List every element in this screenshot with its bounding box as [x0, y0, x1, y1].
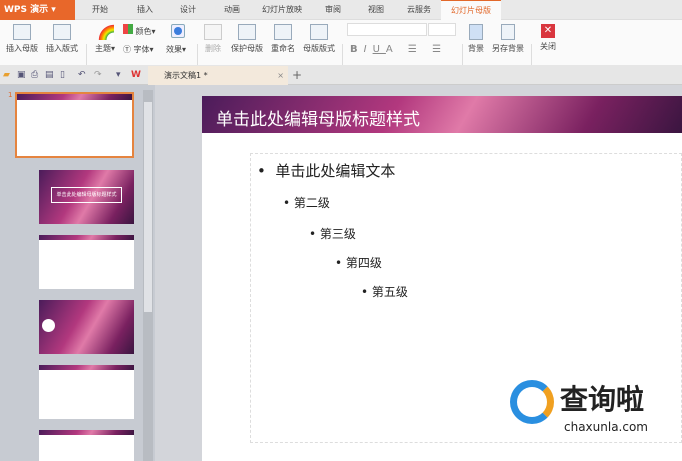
- label: 效果: [166, 45, 182, 54]
- tab-review[interactable]: 审阅: [325, 0, 341, 20]
- thumbnail-master[interactable]: [15, 92, 134, 158]
- thumbnail-panel: 1 单击此处编辑母版标题样式: [0, 85, 155, 461]
- rename-button[interactable]: 重命名: [268, 20, 298, 54]
- close-tab-icon[interactable]: ×: [277, 66, 284, 85]
- export-pdf-icon[interactable]: ⎙: [31, 70, 41, 80]
- color-button[interactable]: 颜色▾: [123, 24, 156, 37]
- level-text: 单击此处编辑文本: [275, 162, 396, 180]
- ribbon: 插入母版 插入版式 主题▾ 颜色▾ Ⓣ 字体▾ 效果▾ 删除 保护母版 重命名 …: [0, 20, 682, 80]
- thumbnail-two-content-layout[interactable]: [39, 365, 134, 419]
- thumbnail-title-layout[interactable]: 单击此处编辑母版标题样式: [39, 170, 134, 224]
- thumbnail-section-layout[interactable]: [39, 300, 134, 354]
- insert-master-button[interactable]: 插入母版: [3, 20, 41, 54]
- more-dropdown-icon[interactable]: ▾: [116, 70, 126, 80]
- label: 删除: [205, 44, 221, 53]
- color-icon: [123, 24, 133, 34]
- tab-slideshow[interactable]: 幻灯片放映: [262, 0, 302, 20]
- effect-icon: [171, 24, 185, 38]
- watermark-logo-icon: [510, 380, 554, 424]
- level-text: 第二级: [293, 196, 330, 210]
- watermark-name: 查询啦: [560, 383, 645, 416]
- slide-title[interactable]: 单击此处编辑母版标题样式: [216, 105, 420, 130]
- background-button[interactable]: 背景: [465, 20, 487, 54]
- font-name-select[interactable]: [347, 23, 427, 36]
- delete-icon: [204, 24, 222, 40]
- redo-icon[interactable]: ↷: [94, 70, 104, 80]
- label: 颜色: [135, 27, 152, 36]
- level-2: • 第二级: [283, 196, 330, 210]
- theme-button[interactable]: 主题▾: [90, 20, 120, 54]
- title-band: 单击此处编辑母版标题样式: [202, 96, 682, 133]
- tab-slide-master[interactable]: 幻灯片母版: [441, 0, 501, 20]
- bold-button[interactable]: B: [350, 44, 364, 55]
- level-5: • 第五级: [361, 285, 408, 299]
- format-buttons[interactable]: BIUA ☰ ☰: [350, 44, 447, 55]
- label: 插入版式: [46, 44, 78, 53]
- app-name: WPS 演示: [4, 5, 49, 15]
- rename-icon: [274, 24, 292, 40]
- thumbnail-title: 单击此处编辑母版标题样式: [51, 187, 122, 203]
- open-icon[interactable]: ▰: [3, 70, 13, 80]
- document-tab-title: 演示文稿1 *: [164, 71, 208, 80]
- insert-layout-button[interactable]: 插入版式: [43, 20, 81, 54]
- label: 保护母版: [231, 44, 263, 53]
- underline-button[interactable]: U: [373, 44, 386, 55]
- save-icon[interactable]: ▣: [17, 70, 27, 80]
- level-1: • 单击此处编辑文本: [257, 162, 396, 180]
- effect-button[interactable]: 效果▾: [166, 44, 186, 55]
- label: 另存背景: [492, 44, 524, 53]
- font-color-button[interactable]: A: [386, 44, 399, 55]
- undo-icon[interactable]: ↶: [78, 70, 88, 80]
- tab-insert[interactable]: 插入: [137, 0, 153, 20]
- save-background-button[interactable]: 另存背景: [489, 20, 527, 54]
- document-tab[interactable]: 演示文稿1 * ×: [148, 66, 288, 85]
- label: 重命名: [271, 44, 295, 53]
- label: 插入母版: [6, 44, 38, 53]
- close-master-button[interactable]: ✕ 关闭: [536, 20, 560, 52]
- delete-button[interactable]: 删除: [200, 20, 226, 54]
- thumbnail-comparison-layout[interactable]: [39, 430, 134, 461]
- italic-button[interactable]: I: [364, 44, 373, 55]
- label: 主题: [94, 44, 111, 53]
- label: 字体: [133, 45, 150, 54]
- close-icon: ✕: [541, 24, 555, 38]
- level-text: 第四级: [345, 256, 382, 270]
- font-size-select[interactable]: [428, 23, 456, 36]
- font-button[interactable]: Ⓣ 字体▾: [123, 44, 154, 55]
- wps-app-menu[interactable]: WPS 演示 ▾: [0, 0, 75, 20]
- label: 背景: [468, 44, 484, 53]
- level-text: 第三级: [319, 227, 356, 241]
- quick-access-toolbar: ▰ ▣ ⎙ ▤ ▯ ↶ ↷ ▾ W: [0, 65, 682, 85]
- menu-tabs: WPS 演示 ▾ 开始 插入 设计 动画 幻灯片放映 审阅 视图 云服务 幻灯片…: [0, 0, 682, 20]
- background-icon: [469, 24, 483, 40]
- scrollbar-thumb[interactable]: [144, 102, 152, 312]
- watermark-url: chaxunla.com: [564, 420, 648, 434]
- wps-logo-icon: W: [131, 70, 141, 80]
- save-background-icon: [501, 24, 515, 40]
- tab-view[interactable]: 视图: [368, 0, 384, 20]
- thumbnail-content-layout[interactable]: [39, 235, 134, 289]
- insert-master-icon: [13, 24, 31, 40]
- new-tab-icon[interactable]: +: [292, 68, 302, 82]
- tab-animation[interactable]: 动画: [224, 0, 240, 20]
- level-4: • 第四级: [335, 256, 382, 270]
- tab-cloud[interactable]: 云服务: [407, 0, 431, 20]
- print-icon[interactable]: ▤: [45, 70, 55, 80]
- protect-master-button[interactable]: 保护母版: [228, 20, 266, 54]
- theme-icon: [96, 24, 114, 40]
- insert-layout-icon: [53, 24, 71, 40]
- level-3: • 第三级: [309, 227, 356, 241]
- preview-icon[interactable]: ▯: [60, 70, 70, 80]
- master-layout-icon: [310, 24, 328, 40]
- tab-design[interactable]: 设计: [180, 0, 196, 20]
- lock-icon: [238, 24, 256, 40]
- tab-start[interactable]: 开始: [92, 0, 108, 20]
- level-text: 第五级: [371, 285, 408, 299]
- master-layout-button[interactable]: 母版版式: [300, 20, 338, 54]
- label: 母版版式: [303, 44, 335, 53]
- slide-number: 1: [8, 91, 13, 99]
- label: 关闭: [540, 42, 556, 51]
- watermark: 查询啦 chaxunla.com: [508, 376, 682, 446]
